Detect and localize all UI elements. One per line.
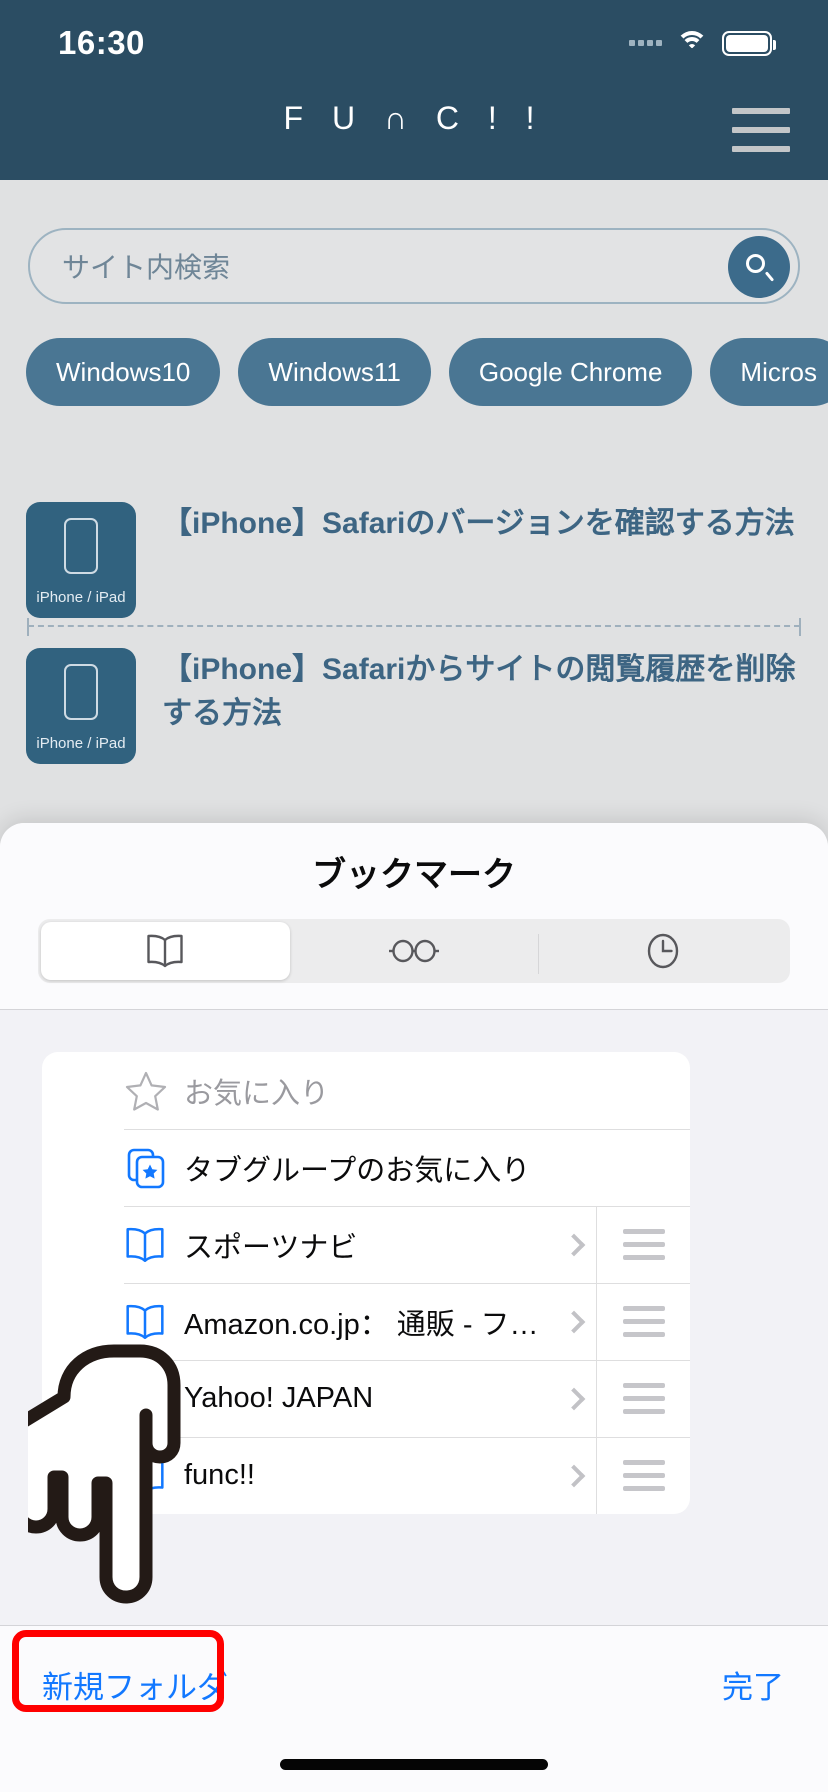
cellular-signal-icon: [629, 40, 662, 46]
tab-group-favorites-icon: [124, 1146, 176, 1190]
book-icon: [147, 934, 184, 968]
list-item-label: タブグループのお気に入り: [184, 1154, 531, 1187]
tag-chip[interactable]: Micros: [710, 338, 828, 406]
hamburger-menu-icon[interactable]: [732, 108, 790, 152]
screen: 16:30 F U ∩ C ! ! サイト内検索 Windows10 Windo…: [0, 0, 828, 1792]
article-title[interactable]: 【iPhone】Safariのバージョンを確認する方法: [162, 502, 795, 546]
chevron-right-icon[interactable]: [562, 1464, 586, 1487]
sheet-header: ブックマーク: [0, 823, 828, 1010]
sheet-bottom-toolbar: 新規フォルダ 完了: [0, 1625, 828, 1792]
list-item-label: お気に入り: [184, 1077, 330, 1110]
article-list-item[interactable]: iPhone / iPad 【iPhone】Safariからサイトの閲覧履歴を削…: [26, 648, 822, 764]
article-divider: [27, 618, 801, 636]
home-indicator: [280, 1759, 548, 1770]
site-search-bar[interactable]: サイト内検索: [28, 228, 800, 304]
article-title[interactable]: 【iPhone】Safariからサイトの閲覧履歴を削除する方法: [162, 648, 822, 735]
site-logo[interactable]: F U ∩ C ! !: [0, 100, 828, 137]
done-button[interactable]: 完了: [722, 1662, 784, 1707]
chevron-right-icon[interactable]: [562, 1310, 586, 1333]
segmented-control[interactable]: [38, 919, 790, 983]
article-thumbnail: iPhone / iPad: [26, 648, 136, 764]
wifi-icon: [676, 31, 708, 55]
new-folder-button[interactable]: 新規フォルダ: [42, 1662, 228, 1707]
iphone-icon: [64, 518, 98, 574]
site-header: 16:30 F U ∩ C ! !: [0, 0, 828, 180]
tag-chip[interactable]: Google Chrome: [448, 338, 693, 406]
chevron-right-icon[interactable]: [562, 1387, 586, 1410]
clock-icon: [647, 933, 678, 969]
list-item-label: スポーツナビ: [184, 1231, 358, 1264]
pointing-hand-icon: [28, 1344, 181, 1604]
search-input[interactable]: サイト内検索: [62, 246, 230, 286]
status-bar: 16:30: [0, 0, 828, 86]
sheet-divider: [0, 1009, 828, 1010]
reorder-handle-icon[interactable]: [596, 1206, 690, 1283]
reorder-handle-icon[interactable]: [596, 1437, 690, 1514]
battery-icon: [722, 30, 776, 56]
book-blue-icon: [124, 1227, 176, 1263]
search-button[interactable]: [728, 236, 790, 298]
tab-reading-list[interactable]: [290, 922, 539, 980]
chevron-right-icon[interactable]: [562, 1233, 586, 1256]
list-item[interactable]: お気に入り: [42, 1052, 690, 1129]
list-item[interactable]: タブグループのお気に入り: [42, 1129, 690, 1206]
tag-chip[interactable]: Windows10: [26, 338, 221, 406]
reorder-handle-icon[interactable]: [596, 1283, 690, 1360]
article-thumbnail-caption: iPhone / iPad: [36, 735, 126, 752]
iphone-icon: [64, 664, 98, 720]
sheet-segmented-control-wrap: [0, 919, 828, 1009]
list-item-label: Amazon.co.jp： 通販 - フ…: [184, 1308, 539, 1341]
search-icon: [746, 254, 775, 282]
tag-chip[interactable]: Windows11: [238, 338, 431, 406]
star-outline-icon: [124, 1070, 176, 1112]
tag-chip-row[interactable]: Windows10 Windows11 Google Chrome Micros: [26, 338, 828, 406]
reorder-handle-icon[interactable]: [596, 1360, 690, 1437]
sheet-title: ブックマーク: [312, 855, 516, 894]
article-thumbnail: iPhone / iPad: [26, 502, 136, 618]
tab-bookmarks[interactable]: [41, 922, 290, 980]
status-bar-indicators: [629, 30, 776, 56]
tab-history[interactable]: [538, 922, 787, 980]
article-thumbnail-caption: iPhone / iPad: [36, 589, 126, 606]
article-list-item[interactable]: iPhone / iPad 【iPhone】Safariのバージョンを確認する方…: [26, 502, 795, 618]
glasses-icon: [389, 939, 439, 963]
status-bar-clock: 16:30: [58, 24, 145, 61]
